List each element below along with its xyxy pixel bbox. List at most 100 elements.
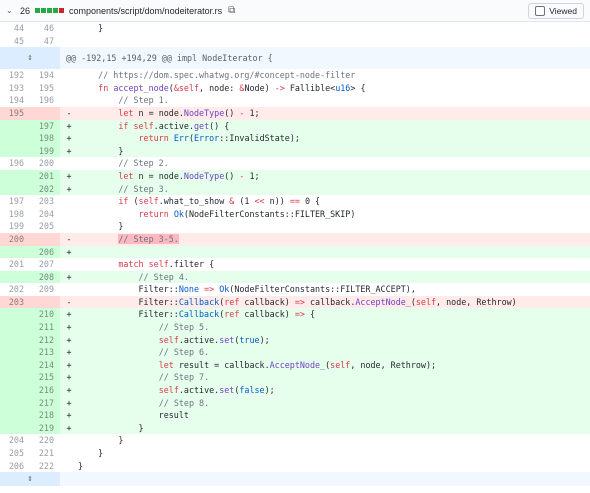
new-line-number[interactable]: 194	[30, 69, 60, 82]
added-line: 197 + if self.active.get() {	[0, 119, 590, 133]
new-line-number[interactable]: 215	[30, 371, 60, 385]
old-line-number[interactable]	[0, 421, 30, 435]
new-line-number[interactable]: 202	[30, 182, 60, 196]
code-text: Filter::Callback(ref callback) => {	[78, 308, 590, 322]
diff-sign: +	[60, 346, 78, 359]
old-line-number[interactable]	[0, 245, 30, 259]
old-line-number[interactable]	[0, 308, 30, 322]
new-line-number[interactable]: 207	[30, 258, 60, 271]
new-line-number[interactable]: 217	[30, 396, 60, 410]
old-line-number[interactable]	[0, 384, 30, 397]
new-line-number[interactable]: 199	[30, 144, 60, 158]
old-line-number[interactable]	[0, 371, 30, 385]
new-line-number[interactable]: 204	[30, 207, 60, 221]
old-line-number[interactable]: 44	[0, 22, 30, 35]
copy-path-icon[interactable]: ⧉	[228, 5, 235, 16]
new-line-number[interactable]: 214	[30, 358, 60, 372]
code-text: // Step 3.	[78, 182, 590, 196]
old-line-number[interactable]: 192	[0, 69, 30, 82]
code-text: result	[78, 409, 590, 422]
new-line-number[interactable]: 216	[30, 384, 60, 397]
new-line-number[interactable]: 222	[30, 459, 60, 473]
old-line-number[interactable]	[0, 321, 30, 334]
code-text: self.active.set(true);	[78, 333, 590, 347]
diff-sign: +	[60, 358, 78, 372]
new-line-number[interactable]: 196	[30, 94, 60, 107]
old-line-number[interactable]	[0, 358, 30, 372]
old-line-number[interactable]: 200	[0, 232, 30, 246]
old-line-number[interactable]: 195	[0, 106, 30, 120]
new-line-number[interactable]: 198	[30, 132, 60, 145]
old-line-number[interactable]: 202	[0, 283, 30, 296]
old-line-number[interactable]	[0, 182, 30, 196]
new-line-number[interactable]: 46	[30, 22, 60, 35]
diff-sign: -	[60, 232, 78, 246]
expand-lines-icon[interactable]: ⇕	[0, 47, 60, 70]
added-line: 215 + // Step 7.	[0, 371, 590, 385]
old-line-number[interactable]: 206	[0, 459, 30, 473]
new-line-number[interactable]	[30, 232, 60, 246]
viewed-checkbox[interactable]	[535, 5, 546, 16]
old-line-number[interactable]	[0, 119, 30, 133]
new-line-number[interactable]: 219	[30, 421, 60, 435]
file-path[interactable]: components/script/dom/nodeiterator.rs	[69, 6, 222, 16]
old-line-number[interactable]	[0, 132, 30, 145]
old-line-number[interactable]: 203	[0, 295, 30, 309]
new-line-number[interactable]: 211	[30, 321, 60, 334]
old-line-number[interactable]	[0, 333, 30, 347]
new-line-number[interactable]: 205	[30, 220, 60, 233]
context-line: 197 203 if (self.what_to_show & (1 << n))…	[0, 195, 590, 208]
old-line-number[interactable]: 197	[0, 195, 30, 208]
new-line-number[interactable]: 210	[30, 308, 60, 322]
diff-sign	[60, 434, 78, 447]
diff-sign	[60, 447, 78, 460]
new-line-number[interactable]	[30, 106, 60, 120]
new-line-number[interactable]: 206	[30, 245, 60, 259]
old-line-number[interactable]: 196	[0, 157, 30, 170]
new-line-number[interactable]: 203	[30, 195, 60, 208]
old-line-number[interactable]	[0, 270, 30, 284]
new-line-number[interactable]	[30, 295, 60, 309]
new-line-number[interactable]: 201	[30, 169, 60, 183]
new-line-number[interactable]: 220	[30, 434, 60, 447]
new-line-number[interactable]: 197	[30, 119, 60, 133]
old-line-number[interactable]: 205	[0, 447, 30, 460]
code-text: return Err(Error::InvalidState);	[78, 132, 590, 145]
old-line-number[interactable]: 194	[0, 94, 30, 107]
old-line-number[interactable]	[0, 169, 30, 183]
new-line-number[interactable]: 208	[30, 270, 60, 284]
added-line: 218 + result	[0, 409, 590, 422]
old-line-number[interactable]: 45	[0, 34, 30, 48]
old-line-number[interactable]: 201	[0, 258, 30, 271]
new-line-number[interactable]: 200	[30, 157, 60, 170]
old-line-number[interactable]: 204	[0, 434, 30, 447]
file-header: ⌄ 26 components/script/dom/nodeiterator.…	[0, 0, 590, 22]
hunk-header-text: @@ -192,15 +194,29 @@ impl NodeIterator …	[66, 53, 273, 64]
diff-sign	[60, 258, 78, 271]
expander-fill	[60, 472, 590, 487]
new-line-number[interactable]: 47	[30, 34, 60, 48]
old-line-number[interactable]: 199	[0, 220, 30, 233]
diff-sign: +	[60, 371, 78, 385]
old-line-number[interactable]	[0, 346, 30, 359]
new-line-number[interactable]: 213	[30, 346, 60, 359]
code-text: }	[78, 221, 124, 232]
diff-sign: +	[60, 182, 78, 196]
old-line-number[interactable]	[0, 144, 30, 158]
new-line-number[interactable]: 218	[30, 409, 60, 422]
old-line-number[interactable]	[0, 409, 30, 422]
diff-sign: +	[60, 333, 78, 347]
collapse-chevron-icon[interactable]: ⌄	[6, 6, 16, 15]
viewed-toggle[interactable]: Viewed	[528, 2, 584, 19]
old-line-number[interactable]	[0, 396, 30, 410]
old-line-number[interactable]: 198	[0, 207, 30, 221]
new-line-number[interactable]: 209	[30, 283, 60, 296]
diff-sign	[60, 283, 78, 296]
diff-sign: +	[60, 245, 78, 259]
old-line-number[interactable]: 193	[0, 81, 30, 95]
expand-down-icon[interactable]: ⇕	[0, 472, 60, 487]
new-line-number[interactable]: 221	[30, 447, 60, 460]
deleted-line: 195 - let n = node.NodeType() - 1;	[0, 106, 590, 120]
new-line-number[interactable]: 195	[30, 81, 60, 95]
new-line-number[interactable]: 212	[30, 333, 60, 347]
